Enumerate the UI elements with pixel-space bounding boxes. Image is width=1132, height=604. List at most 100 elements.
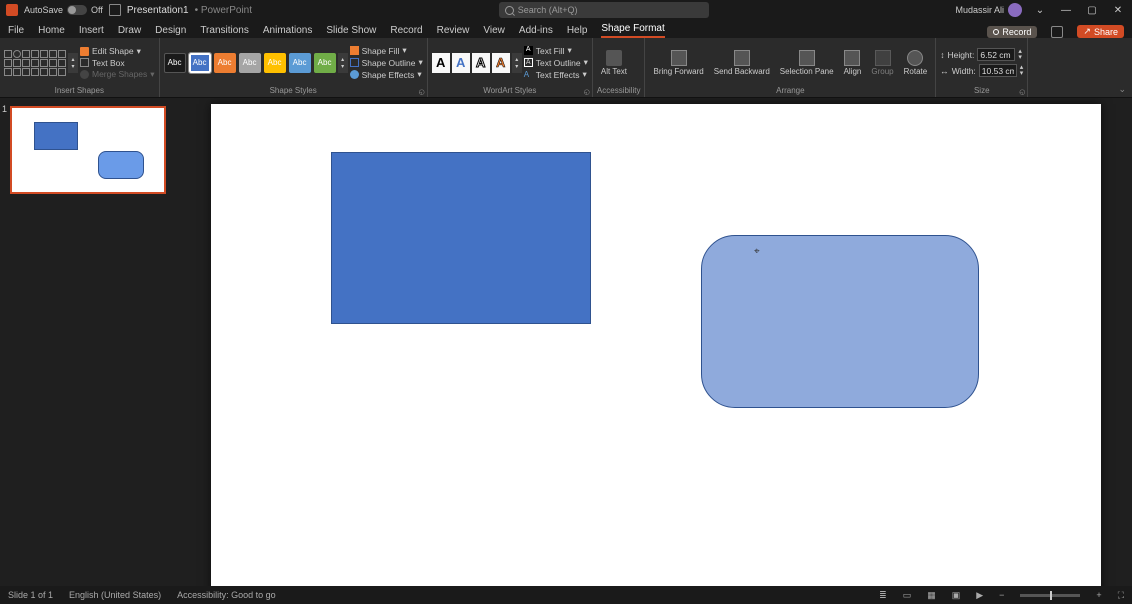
zoom-slider[interactable] — [1020, 594, 1080, 597]
slide-canvas-area[interactable]: ⌖ — [180, 98, 1132, 586]
view-normal-button[interactable]: ▭ — [903, 590, 912, 601]
wordart-gallery[interactable]: A A A A — [432, 53, 510, 73]
send-backward-button[interactable]: Send Backward — [710, 48, 774, 78]
selection-pane-button[interactable]: Selection Pane — [776, 48, 838, 78]
view-slideshow-button[interactable]: ▶ — [976, 590, 983, 601]
height-stepper[interactable]: ▴▾ — [1018, 49, 1022, 61]
bring-forward-icon — [671, 50, 687, 66]
tab-slide-show[interactable]: Slide Show — [326, 25, 376, 38]
view-reading-button[interactable]: ▣ — [952, 590, 961, 601]
rotate-button[interactable]: Rotate — [900, 48, 932, 78]
share-button[interactable]: ↗Share — [1077, 25, 1124, 38]
thumbnail-preview[interactable] — [10, 106, 166, 194]
collapse-ribbon-button[interactable]: ⌄ — [1118, 84, 1126, 95]
text-fill-button[interactable]: AText Fill ▾ — [524, 45, 588, 56]
save-icon[interactable] — [109, 4, 121, 16]
fit-to-window-button[interactable]: ⛶ — [1118, 590, 1124, 601]
app-name: • PowerPoint — [195, 5, 252, 16]
shapes-gallery-more[interactable]: ▴▾ — [68, 53, 78, 73]
merge-shapes-icon — [80, 70, 89, 79]
tab-draw[interactable]: Draw — [118, 25, 141, 38]
shape-fill-button[interactable]: Shape Fill ▾ — [350, 45, 423, 56]
text-outline-button[interactable]: AText Outline ▾ — [524, 57, 588, 68]
search-input[interactable]: Search (Alt+Q) — [499, 2, 709, 18]
slide-thumbnail-1[interactable]: 1 — [10, 106, 170, 194]
record-button[interactable]: Record — [987, 26, 1037, 38]
style-swatch-blue-selected[interactable]: Abc — [189, 53, 211, 73]
user-account[interactable]: Mudassir Ali — [955, 3, 1022, 17]
group-button[interactable]: Group — [867, 48, 897, 78]
zoom-in-button[interactable]: + — [1096, 590, 1101, 600]
bring-forward-button[interactable]: Bring Forward — [649, 48, 707, 78]
view-sorter-button[interactable]: ▦ — [927, 590, 936, 601]
shape-effects-button[interactable]: Shape Effects ▾ — [350, 69, 423, 80]
maximize-button[interactable]: ▢ — [1084, 2, 1100, 18]
tab-addins[interactable]: Add-ins — [519, 25, 553, 38]
style-swatch-black[interactable]: Abc — [164, 53, 186, 73]
tab-home[interactable]: Home — [38, 25, 65, 38]
shapes-gallery[interactable] — [4, 50, 66, 76]
minimize-button[interactable]: — — [1058, 2, 1074, 18]
autosave-toggle[interactable]: AutoSave Off — [24, 5, 103, 15]
width-label: Width: — [952, 66, 976, 76]
tab-insert[interactable]: Insert — [79, 25, 104, 38]
wordart-launcher[interactable]: ◵ — [584, 88, 590, 96]
tab-view[interactable]: View — [483, 25, 505, 38]
style-gallery-more[interactable]: ▴▾ — [338, 53, 348, 73]
width-stepper[interactable]: ▴▾ — [1020, 65, 1024, 77]
width-input[interactable] — [979, 64, 1017, 77]
group-label-accessibility: Accessibility — [597, 85, 641, 95]
height-input[interactable] — [977, 48, 1015, 61]
slide-thumbnail-panel[interactable]: 1 — [0, 98, 180, 586]
style-swatch-gray[interactable]: Abc — [239, 53, 261, 73]
group-icon — [875, 50, 891, 66]
record-icon — [993, 29, 999, 35]
shape-rounded-rectangle[interactable] — [701, 235, 979, 408]
tab-transitions[interactable]: Transitions — [200, 25, 249, 38]
avatar-icon — [1008, 3, 1022, 17]
slide[interactable]: ⌖ — [211, 104, 1101, 586]
wordart-style-3[interactable]: A — [472, 53, 490, 73]
shape-style-gallery[interactable]: Abc Abc Abc Abc Abc Abc Abc — [164, 53, 336, 73]
group-insert-shapes: ▴▾ Edit Shape ▾ Text Box Merge Shapes ▾ … — [0, 38, 160, 97]
status-slide-info[interactable]: Slide 1 of 1 — [8, 590, 53, 600]
align-button[interactable]: Align — [840, 48, 866, 78]
style-swatch-green[interactable]: Abc — [314, 53, 336, 73]
style-swatch-lightblue[interactable]: Abc — [289, 53, 311, 73]
merge-shapes-button[interactable]: Merge Shapes ▾ — [80, 69, 155, 80]
tab-design[interactable]: Design — [155, 25, 186, 38]
text-box-button[interactable]: Text Box — [80, 58, 155, 68]
alt-text-button[interactable]: Alt Text — [597, 48, 631, 78]
shape-rectangle[interactable] — [331, 152, 591, 324]
tab-animations[interactable]: Animations — [263, 25, 312, 38]
size-launcher[interactable]: ◵ — [1019, 88, 1025, 96]
ribbon-display-options[interactable]: ⌄ — [1032, 2, 1048, 18]
status-accessibility[interactable]: Accessibility: Good to go — [177, 590, 276, 600]
wordart-gallery-more[interactable]: ▴▾ — [512, 53, 522, 73]
tab-help[interactable]: Help — [567, 25, 588, 38]
group-label-wordart: WordArt Styles — [432, 85, 588, 95]
wordart-style-2[interactable]: A — [452, 53, 470, 73]
wordart-style-4[interactable]: A — [492, 53, 510, 73]
tab-file[interactable]: File — [8, 25, 24, 38]
style-swatch-orange[interactable]: Abc — [214, 53, 236, 73]
notes-button[interactable]: ≣ — [879, 590, 887, 601]
text-effects-button[interactable]: AText Effects ▾ — [524, 69, 588, 80]
tab-record[interactable]: Record — [390, 25, 422, 38]
style-swatch-yellow[interactable]: Abc — [264, 53, 286, 73]
tab-review[interactable]: Review — [437, 25, 470, 38]
wordart-style-1[interactable]: A — [432, 53, 450, 73]
group-shape-styles: Abc Abc Abc Abc Abc Abc Abc ▴▾ Shape Fil… — [160, 38, 428, 97]
tab-shape-format[interactable]: Shape Format — [601, 23, 664, 38]
shape-outline-button[interactable]: Shape Outline ▾ — [350, 57, 423, 68]
toggle-off-icon[interactable] — [67, 5, 87, 15]
shape-styles-launcher[interactable]: ◵ — [419, 88, 425, 96]
close-button[interactable]: ✕ — [1110, 2, 1126, 18]
user-name: Mudassir Ali — [955, 5, 1004, 15]
edit-shape-icon — [80, 47, 89, 56]
status-language[interactable]: English (United States) — [69, 590, 161, 600]
edit-shape-button[interactable]: Edit Shape ▾ — [80, 46, 155, 57]
document-title[interactable]: Presentation1 — [127, 5, 189, 16]
zoom-out-button[interactable]: − — [999, 590, 1004, 600]
comments-icon[interactable] — [1051, 26, 1063, 38]
